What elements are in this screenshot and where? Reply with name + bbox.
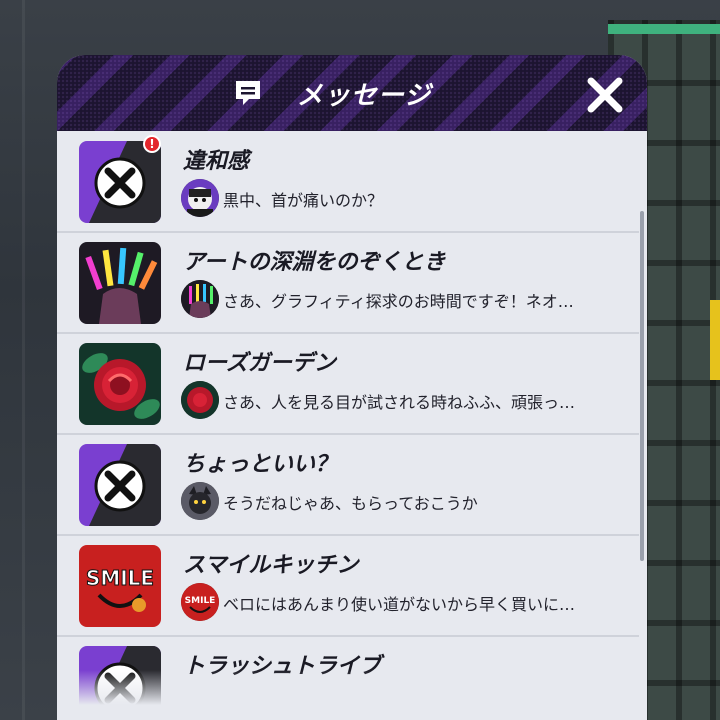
close-button[interactable] <box>585 75 625 115</box>
message-icon <box>233 78 263 108</box>
background-sign <box>710 300 720 380</box>
thread-item-0[interactable]: ! 違和感 黒中、首が痛いのか？ <box>57 131 639 233</box>
rose-avatar <box>181 381 219 419</box>
thread-item-2[interactable]: ローズガーデン さあ、人を見る目が試される時ねふふ、頑張っ… <box>57 333 639 435</box>
x-emblem-icon <box>79 141 161 223</box>
glowstick-hand-icon <box>79 242 161 324</box>
scrollbar[interactable] <box>640 211 644 561</box>
close-icon <box>587 77 623 113</box>
thread-title: ちょっといい？ <box>183 452 338 477</box>
thread-preview: さあ、グラフィティ探求のお時間ですぞ！ネオ… <box>223 292 574 311</box>
list-fade <box>57 670 647 720</box>
page-title: メッセージ <box>296 80 432 111</box>
thread-title: アートの深淵をのぞくとき <box>183 250 446 275</box>
glowstick-hand-avatar <box>181 280 219 318</box>
background-line <box>22 0 25 720</box>
smile-logo-icon: SMILE <box>79 545 161 627</box>
svg-text:SMILE: SMILE <box>185 596 216 606</box>
message-panel: メッセージ ! 違和感 黒中、首が痛いのか？ アートの深淵をのぞくとき さあ、グ… <box>57 55 647 720</box>
thread-preview: 黒中、首が痛いのか？ <box>223 191 384 210</box>
thread-item-3[interactable]: ちょっといい？ そうだねじゃあ、もらっておこうか <box>57 434 639 536</box>
panel-header: メッセージ <box>57 55 647 131</box>
background-stripe <box>608 24 720 34</box>
smile-logo-avatar: SMILE <box>181 583 219 621</box>
thread-title: 違和感 <box>183 149 250 174</box>
thread-preview: さあ、人を見る目が試される時ねふふ、頑張っ… <box>223 393 576 412</box>
thread-title: スマイルキッチン <box>183 553 359 578</box>
thread-list[interactable]: ! 違和感 黒中、首が痛いのか？ アートの深淵をのぞくとき さあ、グラフィティ探… <box>57 131 647 720</box>
thread-title: ローズガーデン <box>183 351 336 376</box>
x-emblem-icon <box>79 444 161 526</box>
svg-text:SMILE: SMILE <box>86 566 154 590</box>
thread-item-4[interactable]: SMILE スマイルキッチン SMILE ベロにはあんまり使い道がないから早く買… <box>57 535 639 637</box>
thread-preview: ベロにはあんまり使い道がないから早く買いに… <box>223 595 576 614</box>
rose-icon <box>79 343 161 425</box>
thread-item-1[interactable]: アートの深淵をのぞくとき さあ、グラフィティ探求のお時間ですぞ！ネオ… <box>57 232 639 334</box>
unread-badge: ! <box>143 135 161 153</box>
thread-preview: そうだねじゃあ、もらっておこうか <box>223 494 478 513</box>
cat-character-avatar <box>181 482 219 520</box>
masked-character-avatar <box>181 179 219 217</box>
